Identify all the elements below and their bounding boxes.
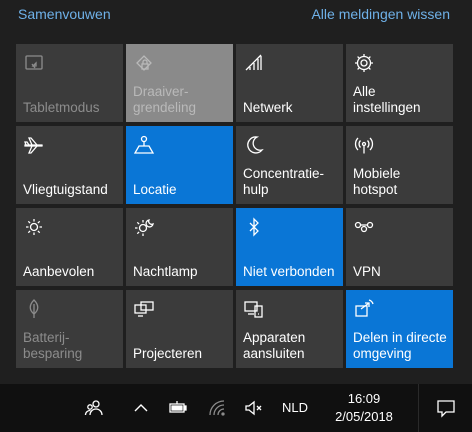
tile-label: Batterij-besparing <box>23 330 83 361</box>
tile-all-settings[interactable]: Alle instellingen <box>346 44 453 122</box>
tile-label: Projecteren <box>133 346 203 361</box>
tile-label: Vliegtuigstand <box>23 182 108 197</box>
tile-airplane-mode[interactable]: Vliegtuigstand <box>16 126 123 204</box>
location-icon <box>133 134 155 156</box>
people-icon[interactable] <box>84 398 104 418</box>
moon-icon <box>243 134 265 156</box>
tile-location[interactable]: Locatie <box>126 126 233 204</box>
tile-night-light[interactable]: Nachtlamp <box>126 208 233 286</box>
rotation-lock-icon <box>133 52 155 74</box>
tile-focus-assist[interactable]: Concentratie-hulp <box>236 126 343 204</box>
battery-icon[interactable] <box>168 398 188 418</box>
tile-tablet-mode[interactable]: Tabletmodus <box>16 44 123 122</box>
volume-muted-icon[interactable] <box>244 398 264 418</box>
clock-date: 2/05/2018 <box>335 409 393 424</box>
tile-mobile-hotspot[interactable]: Mobiele hotspot <box>346 126 453 204</box>
night-light-icon <box>133 216 155 238</box>
tile-label: Mobiele hotspot <box>353 166 401 197</box>
action-center-button[interactable] <box>418 384 472 432</box>
tile-label: Locatie <box>133 182 177 197</box>
tile-label: Alle instellingen <box>353 84 421 115</box>
tablet-mode-icon <box>23 52 45 74</box>
clock-time: 16:09 <box>347 391 381 406</box>
tile-network[interactable]: Netwerk <box>236 44 343 122</box>
airplane-icon <box>23 134 45 156</box>
tile-label: Nachtlamp <box>133 264 198 279</box>
wifi-icon[interactable] <box>207 398 227 418</box>
network-icon <box>243 52 265 74</box>
language-indicator[interactable]: NLD <box>282 400 308 415</box>
tile-label: Draaiver-grendeling <box>133 84 197 115</box>
tile-label: Delen in directe omgeving <box>353 330 447 361</box>
tile-bluetooth[interactable]: Niet verbonden <box>236 208 343 286</box>
connect-icon <box>243 298 265 320</box>
brightness-icon <box>23 216 45 238</box>
clock[interactable]: 16:09 2/05/2018 <box>332 390 396 426</box>
project-icon <box>133 298 155 320</box>
clear-all-notifications-link[interactable]: Alle meldingen wissen <box>311 6 450 22</box>
battery-saver-icon <box>23 298 45 320</box>
hotspot-icon <box>353 134 375 156</box>
chevron-up-icon[interactable] <box>131 398 151 418</box>
gear-icon <box>353 52 375 74</box>
tile-label: Niet verbonden <box>243 264 335 279</box>
tile-project[interactable]: Projecteren <box>126 290 233 368</box>
tile-label: Concentratie-hulp <box>243 166 325 197</box>
tile-label: VPN <box>353 264 381 279</box>
tile-nearby-sharing[interactable]: Delen in directe omgeving <box>346 290 453 368</box>
collapse-link[interactable]: Samenvouwen <box>18 6 111 22</box>
taskbar: NLD 16:09 2/05/2018 <box>0 384 472 432</box>
tile-label: Netwerk <box>243 100 293 115</box>
tile-connect-devices[interactable]: Apparaten aansluiten <box>236 290 343 368</box>
tile-label: Aanbevolen <box>23 264 95 279</box>
nearby-share-icon <box>353 298 375 320</box>
bluetooth-icon <box>243 216 265 238</box>
quick-actions-grid: Tabletmodus Draaiver-grendeling Netwerk <box>16 44 453 368</box>
tile-brightness[interactable]: Aanbevolen <box>16 208 123 286</box>
action-center-icon <box>436 398 456 418</box>
vpn-icon <box>353 216 375 238</box>
action-center-panel: Samenvouwen Alle meldingen wissen Tablet… <box>0 0 472 384</box>
tile-battery-saver[interactable]: Batterij-besparing <box>16 290 123 368</box>
tile-label: Tabletmodus <box>23 100 100 115</box>
tile-rotation-lock[interactable]: Draaiver-grendeling <box>126 44 233 122</box>
tile-vpn[interactable]: VPN <box>346 208 453 286</box>
tile-label: Apparaten aansluiten <box>243 330 306 361</box>
